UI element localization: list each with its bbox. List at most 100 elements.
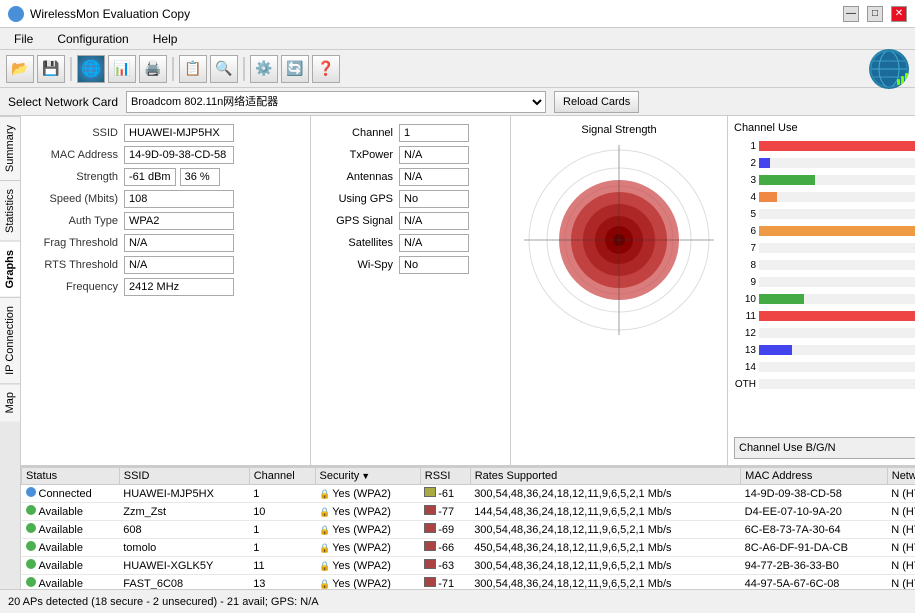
toolbar-help[interactable]: ❓ xyxy=(312,55,340,83)
auth-value: WPA2 xyxy=(124,212,234,230)
radar-display xyxy=(519,140,719,340)
cell-rates: 300,54,48,36,24,18,12,11,9,6,5,2,1 Mb/s xyxy=(470,575,740,590)
rts-label: RTS Threshold xyxy=(29,259,124,271)
top-section: SSID HUAWEI-MJP5HX MAC Address 14-9D-09-… xyxy=(21,116,915,466)
channel-bar xyxy=(759,345,792,355)
ssid-row: SSID HUAWEI-MJP5HX xyxy=(29,124,302,142)
table-row[interactable]: ConnectedHUAWEI-MJP5HX1🔒Yes (WPA2)-61300… xyxy=(22,485,915,503)
toolbar-open[interactable]: 📂 xyxy=(6,55,34,83)
toolbar-print[interactable]: 🖨️ xyxy=(139,55,167,83)
channel-bar-row: 11 xyxy=(734,308,915,324)
channel-bar-container xyxy=(759,141,915,151)
cell-rssi: -77 xyxy=(420,503,470,521)
channel-bar-row: 2 xyxy=(734,155,915,171)
strength-value: -61 dBm xyxy=(124,168,176,186)
frag-label: Frag Threshold xyxy=(29,237,124,249)
table-row[interactable]: Availabletomolo1🔒Yes (WPA2)-66450,54,48,… xyxy=(22,539,915,557)
rts-value: N/A xyxy=(124,256,234,274)
channel-bar-row: 7 xyxy=(734,240,915,256)
channel-bar-row: 10 xyxy=(734,291,915,307)
cell-security: 🔒Yes (WPA2) xyxy=(315,575,420,590)
channel-label: 6 xyxy=(734,226,759,237)
gps-signal-label: GPS Signal xyxy=(319,215,399,227)
tab-summary[interactable]: Summary xyxy=(0,116,20,180)
cell-rates: 144,54,48,36,24,18,12,11,9,6,5,2,1 Mb/s xyxy=(470,503,740,521)
gps-signal-row: GPS Signal N/A xyxy=(319,212,502,230)
col-security[interactable]: Security ▼ xyxy=(315,468,420,485)
toolbar-search[interactable]: 🔍 xyxy=(210,55,238,83)
table-row[interactable]: Available6081🔒Yes (WPA2)-69300,54,48,36,… xyxy=(22,521,915,539)
toolbar-settings[interactable]: ⚙️ xyxy=(250,55,278,83)
window-controls[interactable]: — □ ✕ xyxy=(843,6,907,22)
table-section: Status SSID Channel Security ▼ RSSI Rate… xyxy=(21,466,915,589)
cell-network-type: N (HT) xyxy=(887,521,915,539)
channel-bar-row: 6 xyxy=(734,223,915,239)
rssi-bar-icon xyxy=(424,541,436,551)
cell-status: Available xyxy=(22,503,120,521)
ssid-value: HUAWEI-MJP5HX xyxy=(124,124,234,142)
status-dot xyxy=(26,577,36,587)
channel-bar-container xyxy=(759,379,915,389)
toolbar-save[interactable]: 💾 xyxy=(37,55,65,83)
toolbar-refresh[interactable]: 🔄 xyxy=(281,55,309,83)
network-card-select[interactable]: Broadcom 802.11n网络适配器 xyxy=(126,91,546,113)
cell-mac: 14-9D-09-38-CD-58 xyxy=(741,485,888,503)
title-bar: WirelessMon Evaluation Copy — □ ✕ xyxy=(0,0,915,28)
channel-bar-row: 13 xyxy=(734,342,915,358)
table-row[interactable]: AvailableZzm_Zst10🔒Yes (WPA2)-77144,54,4… xyxy=(22,503,915,521)
menu-bar: File Configuration Help xyxy=(0,28,915,50)
cell-rates: 300,54,48,36,24,18,12,11,9,6,5,2,1 Mb/s xyxy=(470,557,740,575)
channel-bar-container xyxy=(759,345,915,355)
channel-label: 3 xyxy=(734,175,759,186)
col-rates: Rates Supported xyxy=(470,468,740,485)
rssi-bar-icon xyxy=(424,559,436,569)
cell-ssid: HUAWEI-XGLK5Y xyxy=(119,557,249,575)
menu-configuration[interactable]: Configuration xyxy=(51,30,134,48)
lock-icon: 🔒 xyxy=(319,507,330,517)
satellites-label: Satellites xyxy=(319,237,399,249)
col-mac: MAC Address xyxy=(741,468,888,485)
tab-statistics[interactable]: Statistics xyxy=(0,180,20,241)
channel-use-title: Channel Use xyxy=(734,122,915,134)
reload-cards-button[interactable]: Reload Cards xyxy=(554,91,639,113)
channel-label: 4 xyxy=(734,192,759,203)
toolbar-chart[interactable]: 📊 xyxy=(108,55,136,83)
col-rssi: RSSI xyxy=(420,468,470,485)
menu-file[interactable]: File xyxy=(8,30,39,48)
maximize-button[interactable]: □ xyxy=(867,6,883,22)
rssi-bar-icon xyxy=(424,487,436,497)
strength-label: Strength xyxy=(29,171,124,183)
channel-bar-row: 14 xyxy=(734,359,915,375)
table-row[interactable]: AvailableHUAWEI-XGLK5Y11🔒Yes (WPA2)-6330… xyxy=(22,557,915,575)
channel-bar-container xyxy=(759,158,915,168)
cell-ssid: 608 xyxy=(119,521,249,539)
cell-network-type: N (HT) xyxy=(887,575,915,590)
status-dot xyxy=(26,541,36,551)
tab-map[interactable]: Map xyxy=(0,383,20,421)
channel-bar-row: 5 xyxy=(734,206,915,222)
cell-rssi: -61 xyxy=(420,485,470,503)
tab-ip-connection[interactable]: IP Connection xyxy=(0,297,20,383)
channel-label: Channel xyxy=(319,127,399,139)
antennas-label: Antennas xyxy=(319,171,399,183)
side-tabs: Summary Statistics Graphs IP Connection … xyxy=(0,116,21,589)
cell-network-type: N (HT) xyxy=(887,485,915,503)
channel-bar-row: 3 xyxy=(734,172,915,188)
cell-status: Available xyxy=(22,539,120,557)
toolbar-network[interactable]: 🌐 xyxy=(77,55,105,83)
table-header-row: Status SSID Channel Security ▼ RSSI Rate… xyxy=(22,468,915,485)
channel-use-dropdown[interactable]: Channel Use B/G/N xyxy=(734,437,915,459)
cell-security: 🔒Yes (WPA2) xyxy=(315,521,420,539)
cell-status: Available xyxy=(22,521,120,539)
close-button[interactable]: ✕ xyxy=(891,6,907,22)
app-icon xyxy=(8,6,24,22)
menu-help[interactable]: Help xyxy=(147,30,184,48)
channel-bar-row: OTH xyxy=(734,376,915,392)
minimize-button[interactable]: — xyxy=(843,6,859,22)
table-row[interactable]: AvailableFAST_6C0813🔒Yes (WPA2)-71300,54… xyxy=(22,575,915,590)
cell-status: Available xyxy=(22,575,120,590)
toolbar-list[interactable]: 📋 xyxy=(179,55,207,83)
channel-bar-container xyxy=(759,192,915,202)
tab-graphs[interactable]: Graphs xyxy=(0,241,20,297)
channel-bar-container xyxy=(759,311,915,321)
